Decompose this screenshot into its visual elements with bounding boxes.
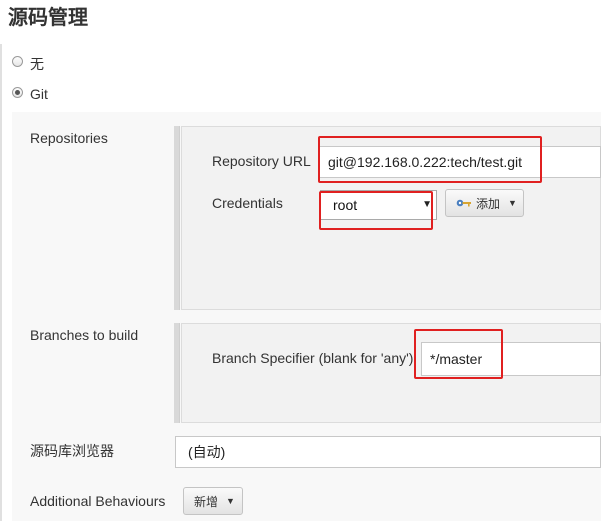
add-credentials-button[interactable]: 添加 ▼: [445, 189, 524, 217]
section-edge: [0, 44, 2, 521]
repository-url-label: Repository URL: [212, 153, 311, 169]
scm-none-label[interactable]: 无: [30, 54, 44, 74]
branch-specifier-highlight: [414, 329, 503, 379]
repositories-label: Repositories: [30, 130, 108, 146]
credentials-highlight: [319, 191, 433, 230]
key-icon: [456, 199, 471, 207]
page-title: 源码管理: [8, 7, 88, 29]
branches-drag-handle[interactable]: [174, 323, 180, 423]
add-behaviour-label: 新增: [194, 494, 219, 509]
scm-git-label[interactable]: Git: [30, 86, 48, 102]
chevron-down-icon: ▼: [508, 198, 517, 208]
repositories-drag-handle[interactable]: [174, 126, 180, 310]
repository-url-highlight: [318, 136, 542, 183]
branches-label: Branches to build: [30, 327, 139, 343]
scm-none-radio[interactable]: [12, 56, 23, 67]
add-behaviour-button[interactable]: 新增 ▼: [183, 487, 243, 515]
repo-browser-select[interactable]: (自动): [175, 436, 601, 468]
credentials-label: Credentials: [212, 195, 283, 211]
branch-specifier-label: Branch Specifier (blank for 'any'): [212, 350, 414, 366]
additional-behaviours-label: Additional Behaviours: [30, 493, 166, 509]
scm-git-radio[interactable]: [12, 87, 23, 98]
repo-browser-label: 源码库浏览器: [30, 443, 114, 459]
add-credentials-label: 添加: [476, 196, 501, 211]
chevron-down-icon: ▼: [226, 496, 235, 506]
